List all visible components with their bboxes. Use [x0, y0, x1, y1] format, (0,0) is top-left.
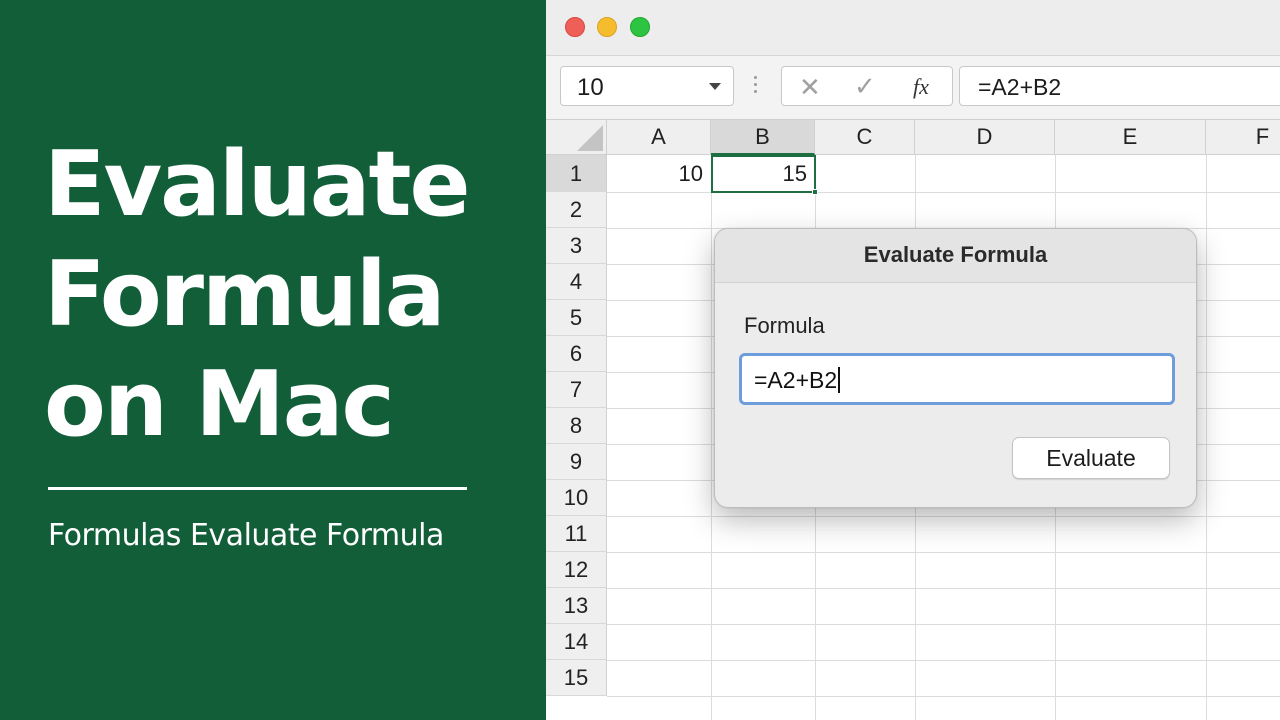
grid-line	[607, 516, 1280, 517]
row-header-5[interactable]: 5	[546, 300, 607, 336]
promo-title-line-1: Evaluate	[44, 132, 471, 237]
row-header-9[interactable]: 9	[546, 444, 607, 480]
grid-line	[607, 588, 1280, 589]
row-header-7[interactable]: 7	[546, 372, 607, 408]
row-header-3[interactable]: 3	[546, 228, 607, 264]
promo-divider	[48, 487, 467, 490]
cancel-icon[interactable]: ✕	[799, 72, 821, 103]
evaluate-formula-dialog: Evaluate Formula Formula =A2+B2 Evaluate	[714, 228, 1197, 508]
promo-panel: Evaluate Formula on Mac Formulas Evaluat…	[0, 0, 546, 720]
promo-title: Evaluate Formula on Mac	[44, 130, 524, 460]
formula-field-value: =A2+B2	[754, 367, 841, 394]
grid-line	[607, 660, 1280, 661]
column-header-f[interactable]: F	[1206, 120, 1280, 155]
row-header-11[interactable]: 11	[546, 516, 607, 552]
formula-buttons: ✕ ✓ fx	[781, 66, 953, 106]
zoom-window-button[interactable]	[630, 17, 650, 37]
row-header-4[interactable]: 4	[546, 264, 607, 300]
column-header-b[interactable]: B	[711, 120, 815, 155]
name-box-value: 10	[577, 74, 604, 101]
row-header-13[interactable]: 13	[546, 588, 607, 624]
row-header-12[interactable]: 12	[546, 552, 607, 588]
row-header-6[interactable]: 6	[546, 336, 607, 372]
row-header-8[interactable]: 8	[546, 408, 607, 444]
promo-title-line-2: Formula	[44, 242, 445, 347]
grid-line	[607, 552, 1280, 553]
dialog-header: Evaluate Formula	[715, 229, 1196, 283]
text-caret	[838, 367, 841, 393]
formula-input-value: =A2+B2	[978, 74, 1062, 100]
promo-title-line-3: on Mac	[44, 352, 395, 457]
grid-line	[607, 192, 1280, 193]
window-titlebar	[546, 0, 1280, 56]
formula-input[interactable]: =A2+B2	[959, 66, 1280, 106]
column-header-d[interactable]: D	[915, 120, 1055, 155]
active-cell-border	[711, 155, 816, 193]
close-window-button[interactable]	[565, 17, 585, 37]
dialog-title: Evaluate Formula	[863, 242, 1048, 267]
formula-field[interactable]: =A2+B2	[739, 353, 1175, 405]
select-all-button[interactable]	[546, 120, 607, 155]
grid-line	[711, 155, 712, 720]
select-all-triangle-icon	[577, 125, 603, 151]
formula-bar: 10 ✕ ✓ fx =A2+B2	[546, 56, 1280, 120]
drag-handle-icon[interactable]	[754, 76, 758, 98]
evaluate-button[interactable]: Evaluate	[1012, 437, 1170, 479]
cell-a1[interactable]: 10	[607, 156, 711, 192]
formula-field-label: Formula	[744, 313, 825, 338]
minimize-window-button[interactable]	[597, 17, 617, 37]
fill-handle[interactable]	[812, 189, 818, 195]
grid-line	[607, 696, 1280, 697]
row-header-2[interactable]: 2	[546, 192, 607, 228]
row-header-14[interactable]: 14	[546, 624, 607, 660]
name-box[interactable]: 10	[560, 66, 734, 106]
column-header-c[interactable]: C	[815, 120, 915, 155]
column-header-a[interactable]: A	[607, 120, 711, 155]
row-header-10[interactable]: 10	[546, 480, 607, 516]
row-header-1[interactable]: 1	[546, 155, 607, 192]
grid-line	[607, 624, 1280, 625]
insert-function-icon[interactable]: fx	[913, 74, 929, 100]
promo-subtitle: Formulas Evaluate Formula	[48, 518, 444, 553]
grid-line	[1206, 155, 1207, 720]
row-header-15[interactable]: 15	[546, 660, 607, 696]
checkmark-icon[interactable]: ✓	[854, 71, 876, 102]
chevron-down-icon[interactable]	[709, 83, 721, 90]
column-header-e[interactable]: E	[1055, 120, 1206, 155]
